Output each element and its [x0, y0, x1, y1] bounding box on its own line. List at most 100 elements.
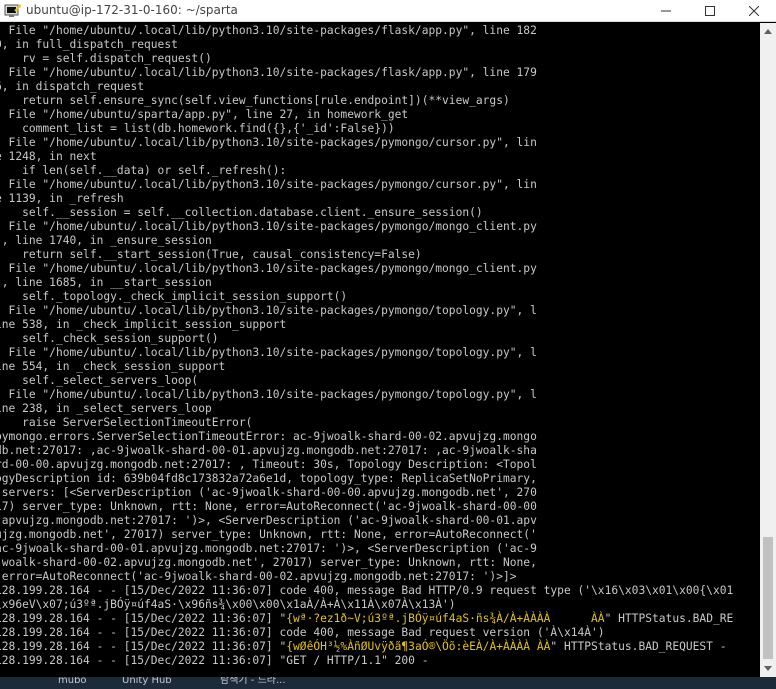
- terminal-text: error=AutoReconnect('ac-9jwoalk-shard-00…: [0, 570, 517, 583]
- terminal-line: e 1139, in _refresh: [0, 192, 760, 206]
- terminal-line: db.net:27017: ,ac-9jwoalk-shard-00-01.ap…: [0, 444, 760, 458]
- terminal-line: File "/home/ubuntu/.local/lib/python3.10…: [0, 346, 760, 360]
- terminal-line: jwoalk-shard-00-02.apvujzg.mongodb.net',…: [0, 556, 760, 570]
- putty-terminal-icon[interactable]: [4, 2, 22, 20]
- terminal-text: return self.ensure_sync(self.view_functi…: [0, 94, 510, 107]
- terminal-line: File "/home/ubuntu/.local/lib/python3.10…: [0, 304, 760, 318]
- window-title: ubuntu@ip-172-31-0-160: ~/sparta: [26, 3, 238, 17]
- terminal-line: 128.199.28.164 - - [15/Dec/2022 11:36:07…: [0, 612, 760, 626]
- terminal-line: 0, in full_dispatch_request: [0, 38, 760, 52]
- terminal-line: File "/home/ubuntu/.local/lib/python3.10…: [0, 136, 760, 150]
- terminal-line: File "/home/ubuntu/.local/lib/python3.10…: [0, 262, 760, 276]
- terminal-line: 6, in dispatch_request: [0, 80, 760, 94]
- terminal-text: self._check_session_support(): [0, 332, 219, 345]
- terminal-text: rd-00-00.apvujzg.mongodb.net:27017: , Ti…: [0, 458, 537, 471]
- terminal-line: 128.199.28.164 - - [15/Dec/2022 11:36:07…: [0, 626, 760, 640]
- terminal-text: rv = self.dispatch_request(): [0, 52, 212, 65]
- terminal-text: db.net:27017: ,ac-9jwoalk-shard-00-01.ap…: [0, 444, 537, 457]
- terminal-text: 128.199.28.164 - - [15/Dec/2022 11:36:07…: [0, 654, 429, 667]
- taskbar-item-unity-hub[interactable]: Unity Hub: [122, 677, 172, 689]
- taskbar-item-explorer[interactable]: 탐색기 - 드라...: [220, 677, 286, 689]
- terminal-line: e 1248, in next: [0, 150, 760, 164]
- terminal-line: pymongo.errors.ServerSelectionTimeoutErr…: [0, 430, 760, 444]
- terminal-text: File "/home/ubuntu/.local/lib/python3.10…: [0, 388, 537, 401]
- terminal-line: return self.__start_session(True, causal…: [0, 248, 760, 262]
- vertical-scrollbar[interactable]: [760, 23, 776, 677]
- terminal-line: error=AutoReconnect('ac-9jwoalk-shard-00…: [0, 570, 760, 584]
- terminal-line: 128.199.28.164 - - [15/Dec/2022 11:36:07…: [0, 654, 760, 668]
- terminal-line: ac-9jwoalk-shard-00-01.apvujzg.mongodb.n…: [0, 542, 760, 556]
- terminal-line: File "/home/ubuntu/.local/lib/python3.10…: [0, 220, 760, 234]
- terminal-line: File "/home/ubuntu/.local/lib/python3.10…: [0, 66, 760, 80]
- terminal-text: File "/home/ubuntu/.local/lib/python3.10…: [0, 220, 537, 233]
- scroll-up-button[interactable]: [760, 23, 776, 39]
- highlighted-text: {wØêÓH³½%ÀñØUvÿðã¶3aÓ®\Öõ:èEÀ/À+ÀÀÀÀ ÀÀ: [286, 640, 551, 653]
- terminal-line: servers: [<ServerDescription ('ac-9jwoal…: [0, 486, 760, 500]
- terminal-line: ujzg.mongodb.net', 27017) server_type: U…: [0, 528, 760, 542]
- terminal-line: rd-00-00.apvujzg.mongodb.net:27017: , Ti…: [0, 458, 760, 472]
- terminal-text: File "/home/ubuntu/.local/lib/python3.10…: [0, 66, 537, 79]
- terminal-line: File "/home/ubuntu/sparta/app.py", line …: [0, 108, 760, 122]
- maximize-button[interactable]: [688, 0, 732, 22]
- terminal-text: File "/home/ubuntu/.local/lib/python3.10…: [0, 136, 537, 149]
- terminal-line: self._check_session_support(): [0, 332, 760, 346]
- terminal-line: self._topology._check_implicit_session_s…: [0, 290, 760, 304]
- minimize-icon: [661, 10, 671, 12]
- terminal-line: ine 538, in _check_implicit_session_supp…: [0, 318, 760, 332]
- scroll-thumb[interactable]: [763, 537, 773, 659]
- terminal-line: ", line 1740, in _ensure_session: [0, 234, 760, 248]
- terminal-text: " HTTPStatus.BAD_RE: [604, 612, 734, 625]
- arrow-down-icon: [764, 666, 772, 671]
- terminal-line: ", line 1685, in __start_session: [0, 276, 760, 290]
- terminal-line: if len(self.__data) or self._refresh():: [0, 164, 760, 178]
- terminal-text: 0, in full_dispatch_request: [0, 38, 178, 51]
- terminal-text: ujzg.mongodb.net', 27017) server_type: U…: [0, 528, 537, 541]
- terminal-line: rv = self.dispatch_request(): [0, 52, 760, 66]
- terminal-text: 6, in dispatch_request: [0, 80, 145, 93]
- terminal-line: ogyDescription id: 639b04fd8c173832a72a6…: [0, 472, 760, 486]
- terminal-text: File "/home/ubuntu/.local/lib/python3.10…: [0, 346, 537, 359]
- terminal-line: ine 554, in _check_session_support: [0, 360, 760, 374]
- terminal-text: ac-9jwoalk-shard-00-01.apvujzg.mongodb.n…: [0, 542, 537, 555]
- terminal-line: 17) server_type: Unknown, rtt: None, err…: [0, 500, 760, 514]
- terminal-line: comment_list = list(db.homework.find({},…: [0, 122, 760, 136]
- terminal-line: File "/home/ubuntu/.local/lib/python3.10…: [0, 178, 760, 192]
- terminal-text: 128.199.28.164 - - [15/Dec/2022 11:36:07…: [0, 626, 605, 639]
- terminal-text: pymongo.errors.ServerSelectionTimeoutErr…: [0, 430, 537, 443]
- terminal-text: .apvujzg.mongodb.net:27017: ')>, <Server…: [0, 514, 537, 527]
- terminal-text: ", line 1740, in _ensure_session: [0, 234, 212, 247]
- terminal-text: self._select_servers_loop(: [0, 374, 199, 387]
- close-icon: [749, 6, 759, 16]
- terminal-line: 128.199.28.164 - - [15/Dec/2022 11:36:07…: [0, 584, 760, 598]
- arrow-up-icon: [764, 29, 772, 34]
- terminal-text: self._topology._check_implicit_session_s…: [0, 290, 348, 303]
- minimize-button[interactable]: [644, 0, 688, 22]
- terminal-text: \x96eV\x07;ú3ºª.jBÓÿ¤úf4aS·\x96ñs¾\x00\x…: [0, 598, 456, 611]
- maximize-icon: [705, 6, 715, 16]
- terminal-text: File "/home/ubuntu/.local/lib/python3.10…: [0, 24, 537, 37]
- taskbar-item-mubo[interactable]: mubo: [58, 677, 87, 689]
- terminal-text: ine 538, in _check_implicit_session_supp…: [0, 318, 287, 331]
- terminal-output[interactable]: File "/home/ubuntu/.local/lib/python3.10…: [0, 23, 760, 677]
- scroll-down-button[interactable]: [760, 661, 776, 677]
- terminal-line: ine 238, in _select_servers_loop: [0, 402, 760, 416]
- terminal-text: 128.199.28.164 - - [15/Dec/2022 11:36:07…: [0, 584, 734, 597]
- highlighted-text: {wª·?ez1ð~V;ú3ºª.jBÓÿ¤úf4aS·ñs¾À/À+ÀÀÀÀ …: [286, 612, 605, 625]
- title-bar[interactable]: ubuntu@ip-172-31-0-160: ~/sparta: [0, 0, 776, 22]
- terminal-text: comment_list = list(db.homework.find({},…: [0, 122, 395, 135]
- terminal-line: .apvujzg.mongodb.net:27017: ')>, <Server…: [0, 514, 760, 528]
- terminal-text: return self.__start_session(True, causal…: [0, 248, 422, 261]
- terminal-line: \x96eV\x07;ú3ºª.jBÓÿ¤úf4aS·\x96ñs¾\x00\x…: [0, 598, 760, 612]
- terminal-text: 128.199.28.164 - - [15/Dec/2022 11:36:07…: [0, 612, 287, 625]
- terminal-text: ", line 1685, in __start_session: [0, 276, 212, 289]
- terminal-text: e 1248, in next: [0, 150, 97, 163]
- terminal-text: 17) server_type: Unknown, rtt: None, err…: [0, 500, 537, 513]
- close-button[interactable]: [732, 0, 776, 22]
- terminal-line: 128.199.28.164 - - [15/Dec/2022 11:36:07…: [0, 640, 760, 654]
- terminal-text: ine 238, in _select_servers_loop: [0, 402, 212, 415]
- terminal-text: File "/home/ubuntu/.local/lib/python3.10…: [0, 178, 537, 191]
- terminal-text: jwoalk-shard-00-02.apvujzg.mongodb.net',…: [0, 556, 537, 569]
- terminal-text: e 1139, in _refresh: [0, 192, 124, 205]
- terminal-text: File "/home/ubuntu/.local/lib/python3.10…: [0, 262, 537, 275]
- terminal-text: File "/home/ubuntu/.local/lib/python3.10…: [0, 304, 537, 317]
